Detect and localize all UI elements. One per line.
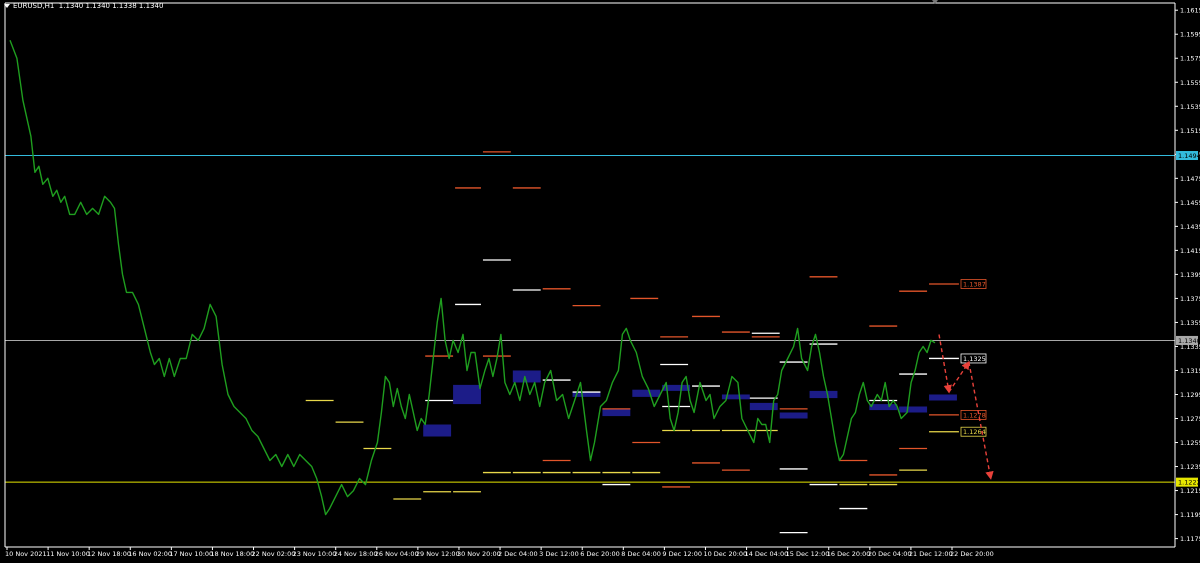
y-tick-label: 1.1275 xyxy=(1180,415,1200,423)
y-tick-label: 1.1555 xyxy=(1180,79,1200,87)
zone-box xyxy=(809,390,838,399)
y-tick-label: 1.1455 xyxy=(1180,199,1200,207)
x-tick-label: 17 Nov 10:00 xyxy=(169,550,213,558)
y-tick-label: 1.1235 xyxy=(1180,463,1200,471)
y-tick-label: 1.1355 xyxy=(1180,319,1200,327)
x-tick-label: 30 Nov 20:00 xyxy=(457,550,501,558)
forecast-arrow xyxy=(938,334,952,394)
axis-price-tag-label: 1.1340 xyxy=(1178,337,1200,345)
x-tick-label: 8 Dec 04:00 xyxy=(621,550,661,558)
y-tick-label: 1.1615 xyxy=(1180,7,1200,15)
x-tick-label: 2 Dec 04:00 xyxy=(498,550,538,558)
x-tick-label: 9 Dec 12:00 xyxy=(662,550,702,558)
x-tick-label: 12 Nov 18:00 xyxy=(87,550,131,558)
price-label-text: 1.1387 xyxy=(963,281,986,289)
axis-price-tag-label: 1.1494 xyxy=(1178,152,1200,160)
zone-box xyxy=(929,394,957,401)
forecast-arrow xyxy=(968,361,994,480)
price-chart[interactable]: 1.13871.13251.12781.1264 1.16151.15951.1… xyxy=(0,0,1200,563)
x-tick-label: 22 Nov 02:00 xyxy=(252,550,296,558)
zone-box xyxy=(779,412,808,419)
y-tick-label: 1.1595 xyxy=(1180,31,1200,39)
y-tick-label: 1.1195 xyxy=(1180,511,1200,519)
y-tick-label: 1.1215 xyxy=(1180,487,1200,495)
x-tick-label: 14 Dec 04:00 xyxy=(745,550,789,558)
y-tick-label: 1.1175 xyxy=(1180,535,1200,543)
zone-box xyxy=(632,389,661,397)
y-tick-label: 1.1575 xyxy=(1180,55,1200,63)
y-tick-label: 1.1535 xyxy=(1180,103,1200,111)
y-tick-label: 1.1475 xyxy=(1180,175,1200,183)
price-label-text: 1.1325 xyxy=(963,355,986,363)
zone-box xyxy=(512,370,541,383)
y-tick-label: 1.1435 xyxy=(1180,223,1200,231)
y-tick-label: 1.1375 xyxy=(1180,295,1200,303)
zone-box xyxy=(453,384,481,405)
y-tick-label: 1.1415 xyxy=(1180,247,1200,255)
x-tick-label: 20 Dec 04:00 xyxy=(868,550,912,558)
axis-price-tag-label: 1.1222 xyxy=(1178,479,1200,487)
x-tick-label: 16 Nov 02:00 xyxy=(128,550,172,558)
x-tick-label: 10 Dec 20:00 xyxy=(703,550,747,558)
x-tick-label: 15 Dec 12:00 xyxy=(786,550,830,558)
y-tick-label: 1.1515 xyxy=(1180,127,1200,135)
x-tick-label: 10 Nov 2021 xyxy=(5,550,47,558)
x-tick-label: 18 Nov 18:00 xyxy=(210,550,254,558)
forecast-arrow xyxy=(948,360,970,393)
x-tick-label: 3 Dec 12:00 xyxy=(539,550,579,558)
y-tick-label: 1.1315 xyxy=(1180,367,1200,375)
x-tick-label: 21 Dec 12:00 xyxy=(909,550,953,558)
price-label-text: 1.1278 xyxy=(963,411,986,419)
x-tick-label: 22 Dec 20:00 xyxy=(950,550,994,558)
y-tick-label: 1.1395 xyxy=(1180,271,1200,279)
zone-box xyxy=(602,408,631,417)
price-series-line[interactable] xyxy=(9,39,936,516)
x-tick-label: 23 Nov 10:00 xyxy=(293,550,337,558)
x-tick-label: 11 Nov 10:00 xyxy=(46,550,90,558)
x-tick-label: 16 Dec 20:00 xyxy=(827,550,871,558)
y-tick-label: 1.1295 xyxy=(1180,391,1200,399)
zone-box xyxy=(899,406,928,413)
x-tick-label: 24 Nov 18:00 xyxy=(334,550,378,558)
y-tick-label: 1.1255 xyxy=(1180,439,1200,447)
zone-box xyxy=(423,424,452,437)
zone-box xyxy=(869,404,898,411)
x-tick-label: 29 Nov 12:00 xyxy=(416,550,460,558)
x-tick-label: 6 Dec 20:00 xyxy=(580,550,620,558)
x-tick-label: 26 Nov 04:00 xyxy=(375,550,419,558)
